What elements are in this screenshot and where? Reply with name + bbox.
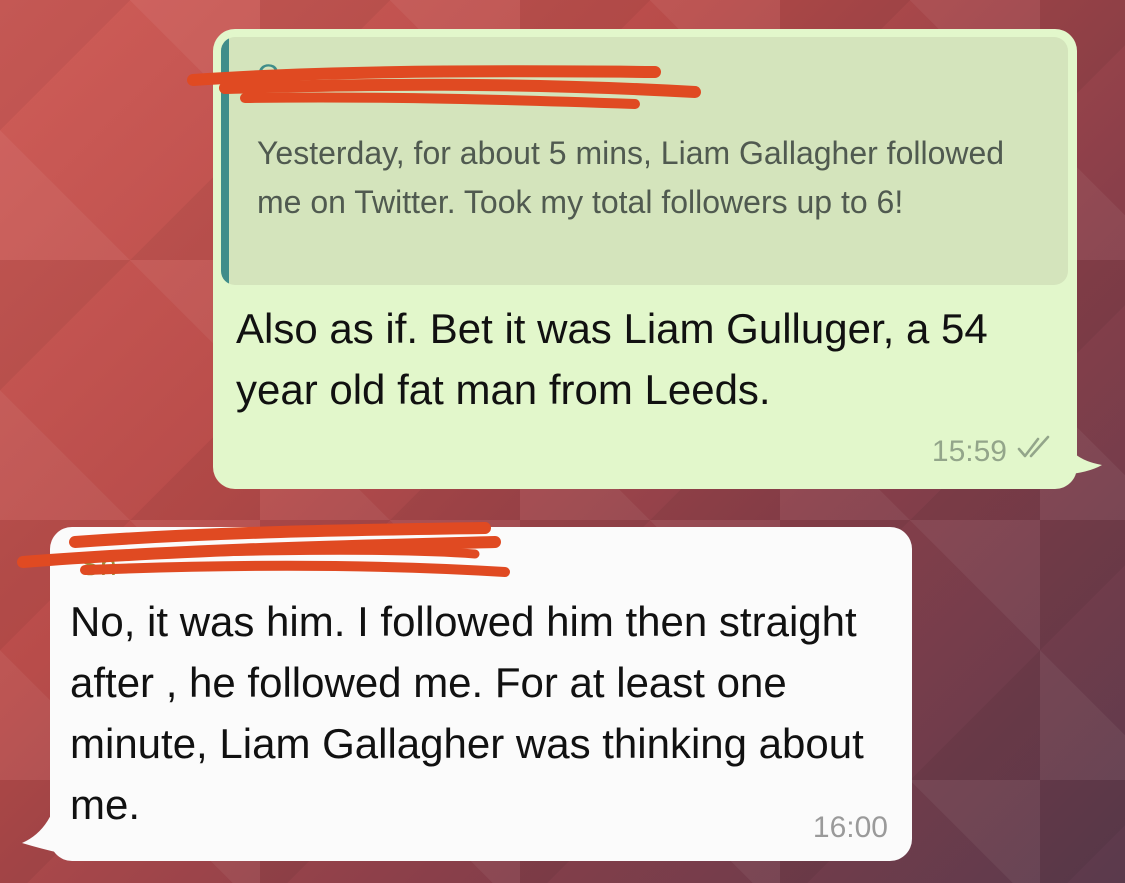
quoted-message-text: Yesterday, for about 5 mins, Liam Gallag…: [257, 135, 1005, 220]
outgoing-message-bubble[interactable]: Cor Yesterday, for about 5 mins, Liam Ga…: [213, 29, 1077, 489]
incoming-message-bubble[interactable]: Sh No, it was him. I followed him then s…: [50, 527, 912, 861]
incoming-message-time: 16:00: [812, 811, 888, 844]
incoming-sender-name: Sh: [80, 549, 117, 579]
quoted-message[interactable]: Cor Yesterday, for about 5 mins, Liam Ga…: [221, 37, 1068, 285]
outgoing-message-text: Also as if. Bet it was Liam Gulluger, a …: [236, 305, 988, 413]
outgoing-message-time: 15:59: [931, 435, 1007, 468]
outgoing-message-meta: 15:59: [932, 435, 1053, 469]
incoming-message-text: No, it was him. I followed him then stra…: [70, 598, 864, 828]
incoming-bubble-tail: [22, 783, 60, 853]
outgoing-bubble-tail: [1062, 433, 1102, 475]
quoted-sender-name: Cor: [257, 59, 306, 89]
double-check-icon: [1017, 435, 1053, 469]
quote-accent-bar: [221, 37, 229, 285]
incoming-message-meta: 16:00: [813, 811, 888, 845]
